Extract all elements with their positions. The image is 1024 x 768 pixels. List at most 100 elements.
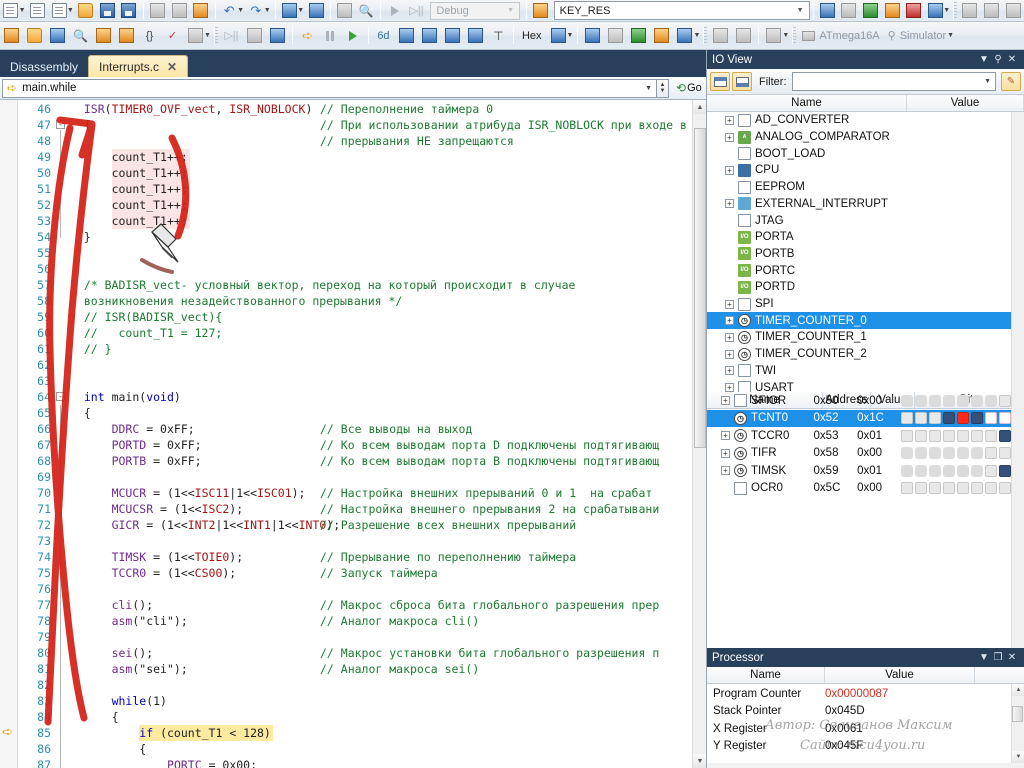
code-line[interactable]: if (count_T1 < 128) bbox=[56, 725, 692, 741]
scrollbar-thumb[interactable] bbox=[694, 128, 706, 448]
expand-icon[interactable]: + bbox=[725, 199, 734, 209]
code-line[interactable]: {// При использовании атрибуда ISR_NOBLO… bbox=[56, 117, 692, 133]
disassembly-window-icon[interactable] bbox=[674, 26, 695, 46]
io-tree-item-spi[interactable]: + SPI bbox=[707, 296, 1011, 313]
expand-icon[interactable]: + bbox=[721, 466, 730, 476]
io-tree-item-portd[interactable]: I/O PORTD bbox=[707, 279, 1011, 296]
processor-table[interactable]: Program Counter 0x00000087 Stack Pointer 0x… bbox=[707, 684, 1024, 763]
close-icon[interactable]: ✕ bbox=[167, 60, 177, 74]
code-line[interactable]: MCUCR = (1<<ISC11|1<<ISC01); // Настройка… bbox=[56, 485, 692, 501]
bookmark-prev-icon[interactable] bbox=[93, 26, 114, 46]
step-icon[interactable]: ▷|| bbox=[407, 1, 427, 21]
register-scrollbar[interactable] bbox=[1011, 392, 1024, 648]
expand-icon[interactable]: + bbox=[725, 383, 734, 393]
toolbar-grip[interactable] bbox=[953, 2, 957, 19]
code-line[interactable]: while(1) bbox=[56, 693, 692, 709]
io-module-tree[interactable]: + AD_CONVERTER + A ANALOG_COMPARATOR BOOT_LOA… bbox=[707, 112, 1024, 410]
register-bit-6[interactable] bbox=[915, 429, 927, 442]
code-line[interactable]: sei(); // Макрос установки бита глобально… bbox=[56, 645, 692, 661]
close-icon-3[interactable]: ✕ bbox=[1005, 652, 1019, 663]
io-tree-item-twi[interactable]: + TWI bbox=[707, 363, 1011, 380]
register-bit-5[interactable] bbox=[929, 482, 941, 495]
register-bit-1[interactable] bbox=[985, 482, 997, 495]
code-line[interactable]: TIMSK = (1<<TOIE0); // Прерывание по пере… bbox=[56, 549, 692, 565]
expand-icon[interactable]: + bbox=[721, 448, 730, 458]
editor-vertical-scrollbar[interactable]: ▲ ▼ bbox=[692, 100, 706, 768]
io-tree-item-portb[interactable]: I/O PORTB bbox=[707, 246, 1011, 263]
layout-horizontal-icon[interactable] bbox=[710, 72, 730, 91]
code-editor[interactable]: ➪ 46 47 48 49 50 51 52 53 54 55 56 57 58 59 60 61 62 63 64… bbox=[0, 100, 706, 768]
outdent-left-icon[interactable] bbox=[465, 26, 486, 46]
register-bit-3[interactable] bbox=[957, 482, 969, 495]
code-line[interactable]: count_T1++; bbox=[56, 197, 692, 213]
top-align-icon[interactable]: ⊤ bbox=[488, 26, 509, 46]
solution-explorer-icon[interactable] bbox=[818, 1, 838, 21]
cut-icon[interactable] bbox=[148, 1, 168, 21]
object-browser-icon[interactable] bbox=[926, 1, 946, 21]
indent-icon-a[interactable] bbox=[960, 1, 980, 21]
open-file-button[interactable] bbox=[49, 1, 69, 21]
register-row-tcnt0[interactable]: ◷ TCNT0 0x52 0x1C bbox=[707, 409, 1011, 427]
memory-window-icon[interactable] bbox=[582, 26, 603, 46]
io-tree-item-cpu[interactable]: + CPU bbox=[707, 162, 1011, 179]
code-line[interactable]: // ISR(BADISR_vect){ bbox=[56, 309, 692, 325]
register-pane[interactable]: Name Address Value Bits + SFIOR 0x50 0x00 ◷ T… bbox=[707, 392, 1024, 648]
code-line[interactable]: GICR = (1<<INT2|1<<INT1|1<<INT0);// Разр… bbox=[56, 517, 692, 533]
processor-row[interactable]: Y Register 0x045F bbox=[707, 738, 1011, 756]
code-line[interactable]: count_T1++; bbox=[56, 213, 692, 229]
code-line[interactable] bbox=[56, 581, 692, 597]
io-tree-item-timer-counter-2[interactable]: + ◷ TIMER_COUNTER_2 bbox=[707, 346, 1011, 363]
navigate-back-icon[interactable] bbox=[280, 1, 300, 21]
toolbar2-grip[interactable] bbox=[213, 27, 218, 44]
register-bit-5[interactable] bbox=[929, 412, 941, 425]
proc-scrollbar-thumb[interactable] bbox=[1012, 706, 1023, 722]
proc-scroll-down[interactable]: ▼ bbox=[1012, 751, 1024, 763]
find-in-files-icon[interactable]: 🔍 bbox=[70, 26, 91, 46]
register-row-ocr0[interactable]: OCR0 0x5C 0x00 bbox=[707, 480, 1011, 498]
bookmark-next-icon[interactable] bbox=[116, 26, 137, 46]
filter-combo[interactable]: ▼ bbox=[791, 72, 996, 91]
code-line[interactable]: // count_T1 = 127; bbox=[56, 325, 692, 341]
code-line[interactable]: DDRC = 0xFF; // Все выводы на выход bbox=[56, 421, 692, 437]
open-folder-button[interactable] bbox=[76, 1, 96, 21]
expand-icon[interactable]: + bbox=[725, 349, 734, 359]
register-bit-2[interactable] bbox=[971, 412, 983, 425]
processor-scrollbar[interactable]: ▲ ▼ bbox=[1011, 684, 1024, 763]
register-bit-6[interactable] bbox=[915, 482, 927, 495]
register-bit-0[interactable] bbox=[999, 464, 1011, 477]
code-line[interactable]: int main(void) bbox=[56, 389, 692, 405]
expand-icon[interactable]: + bbox=[725, 132, 734, 142]
project-icon[interactable] bbox=[531, 1, 551, 21]
code-line[interactable] bbox=[56, 245, 692, 261]
register-bit-1[interactable] bbox=[985, 447, 997, 460]
register-bit-7[interactable] bbox=[901, 429, 913, 442]
code-line[interactable]: asm("cli"); // Аналог макроса cli() bbox=[56, 613, 692, 629]
hex-label[interactable]: Hex bbox=[517, 30, 547, 42]
code-line[interactable]: count_T1++; bbox=[56, 165, 692, 181]
target-select[interactable]: KEY_RES ▼ bbox=[553, 1, 810, 20]
clear-filter-icon[interactable]: ✎ bbox=[1001, 72, 1021, 91]
toolbar2-grip-2[interactable] bbox=[703, 27, 708, 44]
register-row-timsk[interactable]: + ◷ TIMSK 0x59 0x01 bbox=[707, 462, 1011, 480]
io-tree-item-external-interrupt[interactable]: + EXTERNAL_INTERRUPT bbox=[707, 196, 1011, 213]
scope-select[interactable]: ➪ main.while ▼ bbox=[2, 78, 657, 98]
undo-icon[interactable]: ↶ bbox=[220, 1, 240, 21]
expand-icon[interactable]: + bbox=[725, 115, 734, 125]
expand-icon[interactable]: + bbox=[725, 299, 734, 309]
redo-icon[interactable]: ↷ bbox=[246, 1, 266, 21]
register-row-tccr0[interactable]: + ◷ TCCR0 0x53 0x01 bbox=[707, 427, 1011, 445]
build-open-icon[interactable] bbox=[24, 26, 45, 46]
register-bit-7[interactable] bbox=[901, 412, 913, 425]
expand-icon[interactable]: + bbox=[721, 396, 730, 406]
rebuild-icon[interactable] bbox=[47, 26, 68, 46]
io-tree-item-porta[interactable]: I/O PORTA bbox=[707, 229, 1011, 246]
io-tree-item-jtag[interactable]: JTAG bbox=[707, 212, 1011, 229]
build-configuration-select[interactable]: Debug ▼ bbox=[430, 1, 521, 20]
code-line[interactable]: PORTB = 0xFF; // Ко всем выводам порта B … bbox=[56, 453, 692, 469]
breakpoints-icon[interactable] bbox=[710, 26, 731, 46]
comment-block-icon[interactable] bbox=[185, 26, 206, 46]
register-bit-2[interactable] bbox=[971, 429, 983, 442]
register-bit-3[interactable] bbox=[957, 412, 969, 425]
code-line[interactable]: } bbox=[56, 229, 692, 245]
code-line[interactable]: cli(); // Макрос сброса бита глобального … bbox=[56, 597, 692, 613]
